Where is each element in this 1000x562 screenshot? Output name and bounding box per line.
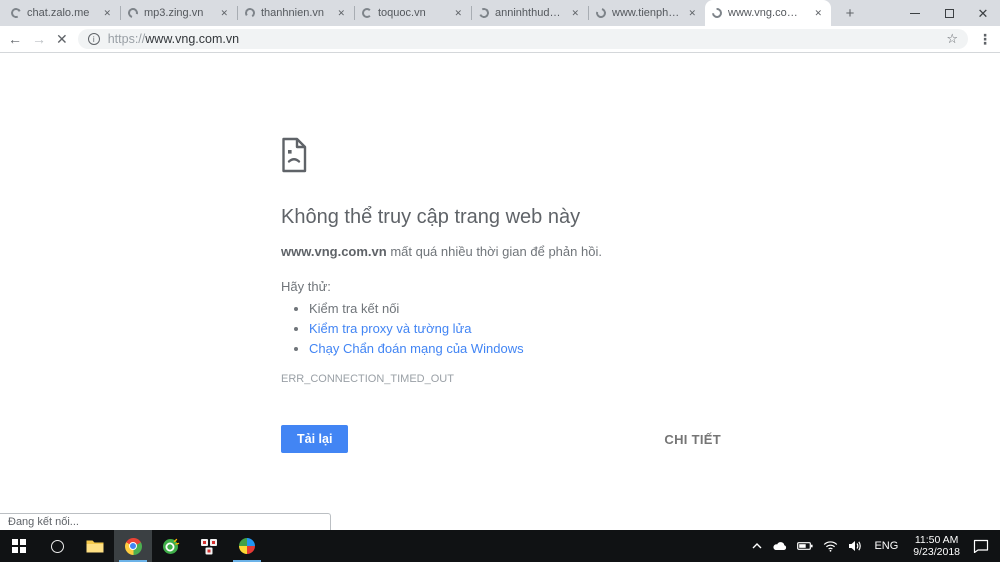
folder-icon xyxy=(86,539,104,553)
tab-label: www.vng.com.vn xyxy=(728,7,806,19)
error-message: www.vng.com.vn mất quá nhiều thời gian đ… xyxy=(281,244,721,259)
address-bar[interactable]: i https://www.vng.com.vn ☆ xyxy=(78,29,968,49)
battery-tray-button[interactable] xyxy=(792,530,818,562)
unikey-taskbar-button[interactable] xyxy=(190,530,228,562)
loading-spinner-icon xyxy=(594,6,608,20)
coccoc-taskbar-button[interactable] xyxy=(152,530,190,562)
volume-icon xyxy=(848,540,862,552)
tab-label: chat.zalo.me xyxy=(27,7,95,19)
action-center-icon xyxy=(973,539,989,553)
error-title: Không thể truy cập trang web này xyxy=(281,206,721,229)
tab-tienphong[interactable]: www.tienphong.vn ✕ xyxy=(589,0,705,26)
page-content: Không thể truy cập trang web này www.vng… xyxy=(0,54,1000,530)
error-code: ERR_CONNECTION_TIMED_OUT xyxy=(281,373,721,385)
cortana-search-button[interactable] xyxy=(38,530,76,562)
tray-expand-button[interactable] xyxy=(747,530,767,562)
cloud-icon xyxy=(772,541,787,551)
clock-date: 9/23/2018 xyxy=(913,546,960,558)
forward-button[interactable]: → xyxy=(32,32,46,46)
stop-button[interactable]: ✕ xyxy=(56,32,68,46)
url-scheme: https:// xyxy=(108,32,146,46)
loading-spinner-icon xyxy=(244,7,256,19)
file-explorer-button[interactable] xyxy=(76,530,114,562)
tab-mp3-zing[interactable]: mp3.zing.vn ✕ xyxy=(121,0,237,26)
tab-label: thanhnien.vn xyxy=(261,7,329,19)
proxy-link[interactable]: Kiểm tra proxy và tường lửa xyxy=(309,321,472,336)
tab-toquoc[interactable]: toquoc.vn ✕ xyxy=(355,0,471,26)
tab-label: www.tienphong.vn xyxy=(612,7,680,19)
app-icon xyxy=(239,538,255,554)
error-actions: Tải lại CHI TIẾT xyxy=(281,425,721,453)
chrome-taskbar-button[interactable] xyxy=(114,530,152,562)
tab-close-icon[interactable]: ✕ xyxy=(101,7,113,20)
diagnostics-link[interactable]: Chạy Chẩn đoán mạng của Windows xyxy=(309,341,524,356)
windows-logo-icon xyxy=(12,539,26,553)
loading-spinner-icon xyxy=(10,7,23,20)
loading-spinner-icon xyxy=(126,6,140,20)
volume-tray-button[interactable] xyxy=(843,530,867,562)
tab-close-icon[interactable]: ✕ xyxy=(569,7,581,20)
taskbar: ENG 11:50 AM 9/23/2018 xyxy=(0,530,1000,562)
tab-anninhthudo[interactable]: anninhthudo.vn ✕ xyxy=(472,0,588,26)
network-tray-button[interactable] xyxy=(818,530,843,562)
suggestion-check-proxy: Kiểm tra proxy và tường lửa xyxy=(309,321,721,336)
minimize-button[interactable] xyxy=(898,0,932,26)
tab-label: toquoc.vn xyxy=(378,7,446,19)
tab-label: mp3.zing.vn xyxy=(144,7,212,19)
page-info-icon[interactable]: i xyxy=(88,33,100,45)
tab-label: anninhthudo.vn xyxy=(495,7,563,19)
error-container: Không thể truy cập trang web này www.vng… xyxy=(281,54,721,453)
loading-spinner-icon xyxy=(362,8,372,18)
reload-button[interactable]: Tải lại xyxy=(281,425,348,453)
minimize-icon xyxy=(910,13,920,14)
coccoc-icon xyxy=(162,537,180,555)
browser-menu-button[interactable]: ⋮ xyxy=(978,31,992,48)
window-controls: ✕ xyxy=(898,0,1000,26)
loading-spinner-icon xyxy=(710,6,724,20)
bookmark-star-icon[interactable]: ☆ xyxy=(946,31,958,47)
sad-page-icon xyxy=(281,137,307,173)
tab-strip: chat.zalo.me ✕ mp3.zing.vn ✕ thanhnien.v… xyxy=(0,0,1000,26)
tab-close-icon[interactable]: ✕ xyxy=(335,7,347,20)
tab-close-icon[interactable]: ✕ xyxy=(686,7,698,20)
app-taskbar-button[interactable] xyxy=(228,530,266,562)
error-message-rest: mất quá nhiều thời gian để phản hồi. xyxy=(387,244,602,259)
loading-spinner-icon xyxy=(478,7,491,20)
tab-close-icon[interactable]: ✕ xyxy=(812,7,824,20)
restore-button[interactable] xyxy=(932,0,966,26)
chevron-up-icon xyxy=(752,542,762,550)
url-host: www.vng.com.vn xyxy=(145,32,239,46)
chrome-icon xyxy=(125,538,142,555)
suggestions-label: Hãy thử: xyxy=(281,279,721,294)
cortana-circle-icon xyxy=(51,540,64,553)
back-button[interactable]: ← xyxy=(8,32,22,46)
url-text: https://www.vng.com.vn xyxy=(108,32,239,46)
clock-time: 11:50 AM xyxy=(913,534,960,546)
tab-vng-active[interactable]: www.vng.com.vn ✕ xyxy=(705,0,831,26)
tab-chat-zalo[interactable]: chat.zalo.me ✕ xyxy=(4,0,120,26)
suggestion-run-diagnostics: Chạy Chẩn đoán mạng của Windows xyxy=(309,341,721,356)
clock[interactable]: 11:50 AM 9/23/2018 xyxy=(905,534,968,558)
browser-toolbar: ← → ✕ i https://www.vng.com.vn ☆ ⋮ xyxy=(0,26,1000,53)
details-button[interactable]: CHI TIẾT xyxy=(664,432,721,447)
language-indicator[interactable]: ENG xyxy=(867,530,905,562)
tab-close-icon[interactable]: ✕ xyxy=(452,7,464,20)
start-button[interactable] xyxy=(0,530,38,562)
unikey-keyboard-icon xyxy=(200,538,218,555)
onedrive-tray-button[interactable] xyxy=(767,530,792,562)
wifi-icon xyxy=(823,540,838,552)
tab-close-icon[interactable]: ✕ xyxy=(218,7,230,20)
new-tab-button[interactable]: + xyxy=(837,0,863,26)
suggestion-check-connection: Kiểm tra kết nối xyxy=(309,301,721,316)
action-center-button[interactable] xyxy=(968,530,994,562)
suggestions-list: Kiểm tra kết nối Kiểm tra proxy và tường… xyxy=(309,301,721,356)
battery-icon xyxy=(797,540,813,552)
status-bubble: Đang kết nối... xyxy=(0,513,331,530)
system-tray: ENG 11:50 AM 9/23/2018 xyxy=(747,530,1000,562)
error-domain: www.vng.com.vn xyxy=(281,244,387,259)
tab-thanhnien[interactable]: thanhnien.vn ✕ xyxy=(238,0,354,26)
window-close-button[interactable]: ✕ xyxy=(966,0,1000,26)
restore-icon xyxy=(945,9,954,18)
